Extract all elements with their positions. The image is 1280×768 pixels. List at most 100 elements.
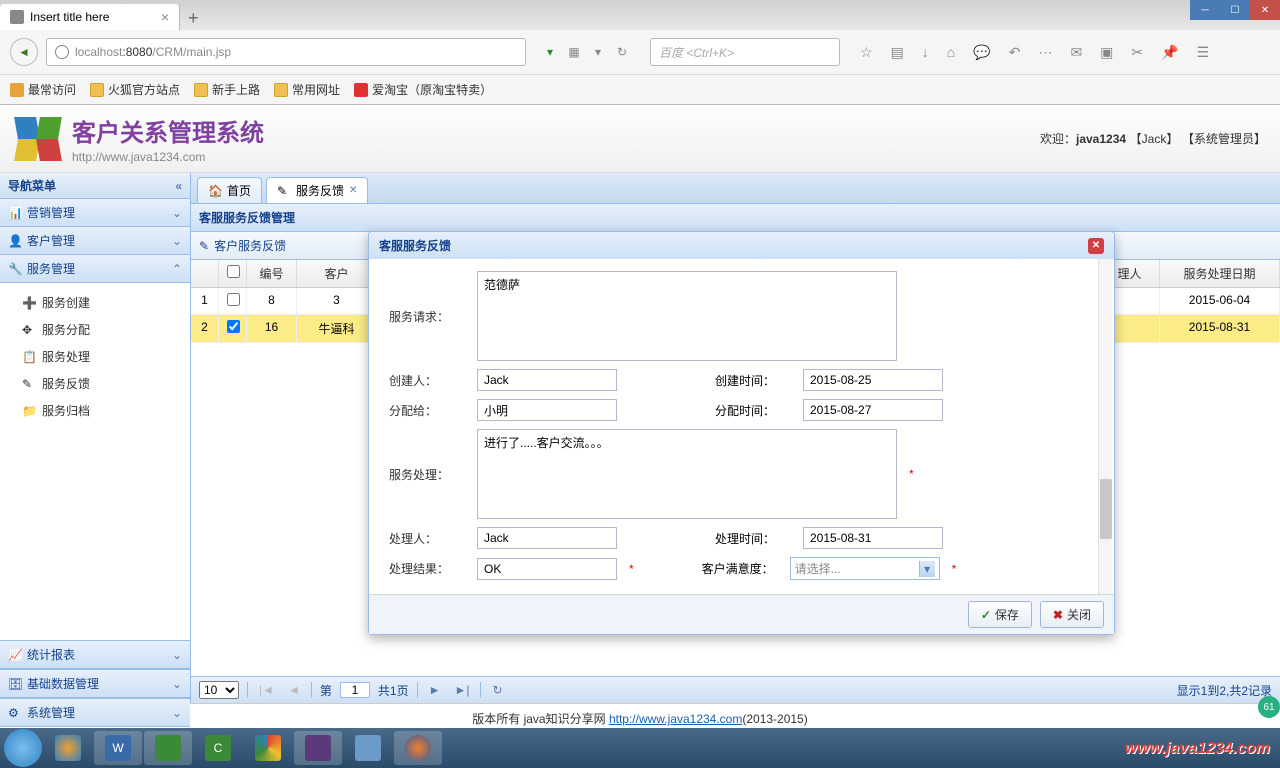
footer-link[interactable]: http://www.java1234.com — [609, 712, 742, 726]
bookmark-item[interactable]: 爱淘宝（原淘宝特卖） — [354, 81, 492, 98]
menu-icon[interactable]: ☰ — [1197, 44, 1210, 61]
collapse-icon[interactable]: « — [175, 179, 182, 193]
save-button[interactable]: ✓保存 — [968, 601, 1032, 628]
label-handler: 处理人： — [389, 530, 469, 547]
list-icon[interactable]: ▤ — [891, 44, 904, 61]
sidebar-item-archive[interactable]: 📁服务归档 — [0, 397, 190, 424]
pin-icon[interactable]: 📌 — [1161, 44, 1178, 61]
label-handle-time: 处理时间： — [715, 530, 795, 547]
tab-feedback[interactable]: ✎服务反馈✕ — [266, 177, 368, 203]
bookmark-item[interactable]: 常用网址 — [274, 81, 340, 98]
app-subtitle: http://www.java1234.com — [72, 150, 264, 164]
handler-input[interactable] — [477, 527, 617, 549]
close-icon[interactable]: × — [161, 9, 169, 25]
task-chrome[interactable] — [244, 731, 292, 765]
app-title: 客户关系管理系统 — [72, 113, 264, 148]
sidebar-group-basedata[interactable]: 🗄基础数据管理⌄ — [0, 669, 190, 698]
first-page-icon[interactable]: |◄ — [256, 683, 277, 697]
assign-to-input[interactable] — [477, 399, 617, 421]
task-app[interactable]: W — [94, 731, 142, 765]
msg-icon[interactable]: ✉ — [1070, 44, 1082, 61]
row-checkbox[interactable] — [227, 293, 240, 306]
minimize-button[interactable]: ─ — [1190, 0, 1220, 20]
row-checkbox[interactable] — [227, 320, 240, 333]
required-marker: * — [629, 562, 634, 576]
dialog-close-button[interactable]: ✕ — [1088, 238, 1104, 254]
start-button[interactable] — [4, 729, 42, 767]
sidebar-group-stats[interactable]: 📈统计报表⌄ — [0, 640, 190, 669]
sidebar-group-marketing[interactable]: 📊营销管理⌄ — [0, 199, 190, 227]
task-app[interactable] — [144, 731, 192, 765]
task-app[interactable] — [44, 731, 92, 765]
page-input[interactable] — [340, 682, 370, 698]
task-eclipse[interactable] — [294, 731, 342, 765]
sidebar-item-assign[interactable]: ✥服务分配 — [0, 316, 190, 343]
sidebar-item-process[interactable]: 📋服务处理 — [0, 343, 190, 370]
browser-tab[interactable]: Insert title here × — [0, 4, 180, 30]
label-satisfaction: 客户满意度： — [702, 560, 782, 577]
result-input[interactable] — [477, 558, 617, 580]
close-button[interactable]: ✕ — [1250, 0, 1280, 20]
service-request-textarea[interactable]: 范德萨 — [477, 271, 897, 361]
scroll-thumb[interactable] — [1100, 479, 1112, 539]
handle-time-input[interactable] — [803, 527, 943, 549]
close-button[interactable]: ✖关闭 — [1040, 601, 1104, 628]
folder-icon — [90, 83, 104, 97]
task-app[interactable]: C — [194, 731, 242, 765]
url-path: /CRM/main.jsp — [152, 45, 231, 59]
toolbar-icons: ☆ ▤ ↓ ⌂ 💬 ↶ ⋯ ✉ ▣ ✂ 📌 ☰ — [860, 44, 1209, 61]
shield-icon[interactable]: ▾ — [540, 42, 560, 62]
reload-icon[interactable]: ↻ — [612, 42, 632, 62]
satisfaction-select[interactable]: 请选择... ▾ — [790, 557, 940, 580]
page-size-select[interactable]: 10 — [199, 681, 239, 699]
creator-input[interactable] — [477, 369, 617, 391]
bookmark-item[interactable]: 火狐官方站点 — [90, 81, 180, 98]
dropdown-icon[interactable]: ▾ — [588, 42, 608, 62]
content-tabs: 🏠首页 ✎服务反馈✕ — [191, 173, 1280, 204]
col-id[interactable]: 编号 — [247, 260, 297, 287]
bookmark-icon — [10, 83, 24, 97]
task-app[interactable] — [344, 731, 392, 765]
col-checkbox[interactable] — [219, 260, 247, 287]
assign-time-input[interactable] — [803, 399, 943, 421]
task-firefox[interactable] — [394, 731, 442, 765]
sidebar-item-feedback[interactable]: ✎服务反馈 — [0, 370, 190, 397]
more-icon[interactable]: ⋯ — [1038, 44, 1052, 61]
sidebar-group-customer[interactable]: 👤客户管理⌄ — [0, 227, 190, 255]
close-icon[interactable]: ✕ — [349, 185, 357, 196]
label-service-request: 服务请求： — [389, 308, 469, 325]
bookmark-item[interactable]: 最常访问 — [10, 81, 76, 98]
undo-icon[interactable]: ↶ — [1009, 44, 1021, 61]
search-input[interactable]: 百度 <Ctrl+K> — [650, 38, 840, 66]
url-bar[interactable]: localhost:8080/CRM/main.jsp — [46, 38, 526, 66]
star-icon[interactable]: ☆ — [860, 44, 873, 61]
assign-icon: ✥ — [22, 323, 36, 337]
box-icon[interactable]: ▣ — [1100, 44, 1113, 61]
new-tab-button[interactable]: + — [180, 4, 207, 30]
feedback-icon: ✎ — [199, 239, 209, 253]
chat-icon[interactable]: 💬 — [973, 44, 990, 61]
next-page-icon[interactable]: ► — [426, 683, 444, 697]
sidebar-item-create[interactable]: ➕服务创建 — [0, 289, 190, 316]
tab-home[interactable]: 🏠首页 — [197, 177, 262, 203]
grid-icon[interactable]: ▦ — [564, 42, 584, 62]
bookmark-item[interactable]: 新手上路 — [194, 81, 260, 98]
sidebar-group-system[interactable]: ⚙系统管理⌄ — [0, 698, 190, 727]
download-icon[interactable]: ↓ — [922, 44, 929, 61]
back-button[interactable]: ◄ — [10, 38, 38, 66]
refresh-icon[interactable]: ↻ — [489, 683, 505, 697]
col-date[interactable]: 服务处理日期 — [1160, 260, 1280, 287]
home-icon[interactable]: ⌂ — [947, 44, 955, 61]
create-time-input[interactable] — [803, 369, 943, 391]
service-process-textarea[interactable]: 进行了.....客户交流。。。 — [477, 429, 897, 519]
notification-badge[interactable]: 61 — [1258, 696, 1280, 718]
sidebar-group-service[interactable]: 🔧服务管理⌃ — [0, 255, 190, 283]
dialog-title-bar[interactable]: 客服服务反馈 ✕ — [369, 232, 1114, 259]
last-page-icon[interactable]: ►| — [451, 683, 472, 697]
scrollbar[interactable] — [1098, 259, 1112, 594]
prev-page-icon[interactable]: ◄ — [285, 683, 303, 697]
cut-icon[interactable]: ✂ — [1131, 44, 1143, 61]
service-icon: 🔧 — [8, 262, 22, 276]
maximize-button[interactable]: ☐ — [1220, 0, 1250, 20]
col-customer[interactable]: 客户 — [297, 260, 377, 287]
